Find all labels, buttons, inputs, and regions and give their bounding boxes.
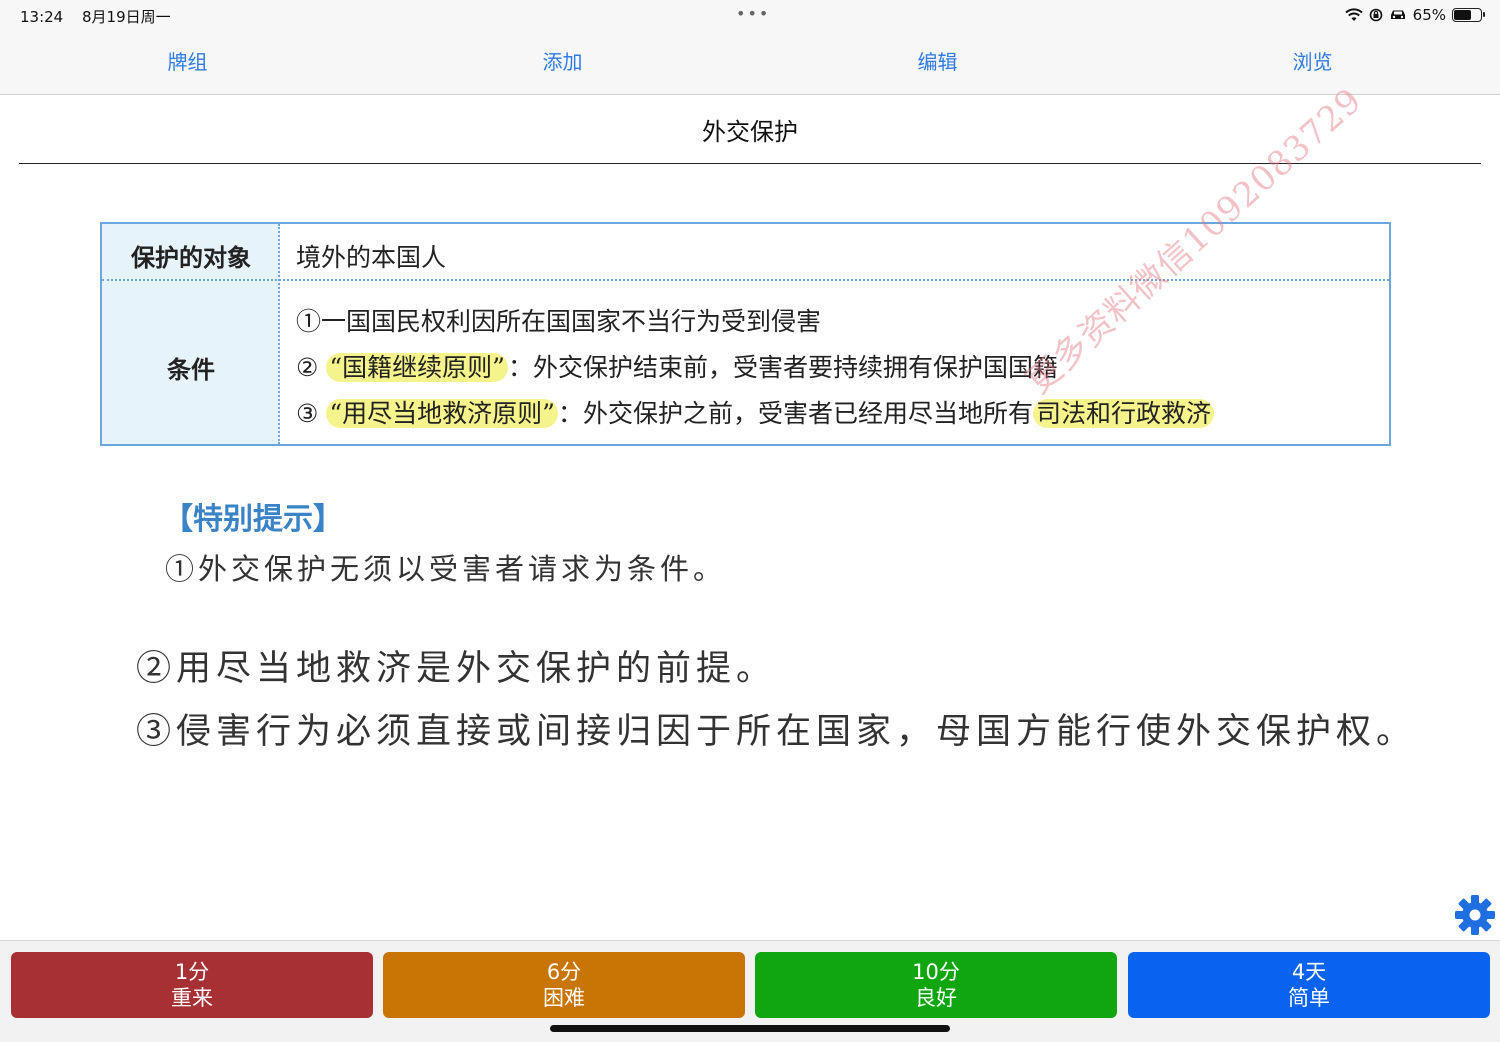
tab-decks[interactable]: 牌组 (0, 30, 375, 94)
top-tab-bar: 牌组 添加 编辑 浏览 (0, 30, 1500, 95)
condition-3-highlight: “用尽当地救济原则” (326, 399, 558, 428)
status-icons: 65% (1344, 5, 1485, 25)
table-condition-2: ② “国籍继续原则” ：外交保护结束前，受害者要持续拥有保护国国籍 (296, 348, 1058, 384)
again-button[interactable]: 1分 重来 (11, 952, 373, 1018)
home-indicator[interactable] (550, 1025, 950, 1032)
condition-2-text: ：外交保护结束前，受害者要持续拥有保护国国籍 (507, 353, 1058, 382)
wifi-icon (1344, 8, 1363, 21)
multitasking-dots[interactable]: ••• (736, 4, 770, 23)
battery-icon (1452, 8, 1485, 22)
condition-3-text: ：外交保护之前，受害者已经用尽当地所有 (557, 399, 1033, 428)
tab-browse[interactable]: 浏览 (1125, 30, 1500, 94)
tab-edit[interactable]: 编辑 (750, 30, 1125, 94)
tips-heading: 【特别提示】 (163, 502, 343, 537)
again-interval: 1分 (174, 960, 210, 984)
lock-rotation-icon (1369, 8, 1382, 22)
good-interval: 10分 (912, 960, 960, 984)
tip-2: ②用尽当地救济是外交保护的前提。 (136, 649, 777, 689)
tab-add[interactable]: 添加 (375, 30, 750, 94)
tip-1: ①外交保护无须以受害者请求为条件。 (165, 552, 727, 586)
easy-interval: 4天 (1291, 960, 1327, 984)
table-head-object: 保护的对象 (131, 244, 251, 272)
hard-button[interactable]: 6分 困难 (383, 952, 745, 1018)
table-head-conditions: 条件 (167, 356, 215, 384)
status-time-date: 13:24 8月19日周一 (20, 6, 185, 27)
easy-label: 简单 (1288, 986, 1330, 1010)
table-condition-1: ①一国国民权利因所在国国家不当行为受到侵害 (296, 307, 822, 336)
easy-button[interactable]: 4天 简单 (1128, 952, 1490, 1018)
table-value-object: 境外的本国人 (296, 243, 447, 272)
car-icon (1390, 10, 1405, 19)
hard-label: 困难 (543, 986, 585, 1010)
status-bar: 13:24 8月19日周一 ••• 65% (0, 0, 1500, 30)
status-time: 13:24 (20, 8, 64, 26)
tip-3: ③侵害行为必须直接或间接归因于所在国家，母国方能行使外交保护权。 (136, 712, 1417, 752)
condition-3-number: ③ (296, 399, 319, 428)
condition-2-number: ② (296, 353, 319, 382)
condition-3-highlight-2: 司法和行政救济 (1032, 399, 1214, 428)
hard-interval: 6分 (546, 960, 582, 984)
status-date: 8月19日周一 (82, 8, 171, 26)
condition-2-highlight: “国籍继续原则” (326, 353, 508, 382)
again-label: 重来 (171, 986, 213, 1010)
good-label: 良好 (915, 986, 957, 1010)
gear-icon[interactable] (1454, 894, 1496, 936)
answer-bar: 1分 重来 6分 困难 10分 良好 4天 简单 (0, 940, 1500, 1042)
battery-percent: 65% (1412, 6, 1446, 24)
table-condition-3: ③ “用尽当地救济原则” ：外交保护之前，受害者已经用尽当地所有 司法和行政救济 (296, 394, 1214, 430)
battery-fill (1454, 10, 1471, 20)
good-button[interactable]: 10分 良好 (755, 952, 1117, 1018)
